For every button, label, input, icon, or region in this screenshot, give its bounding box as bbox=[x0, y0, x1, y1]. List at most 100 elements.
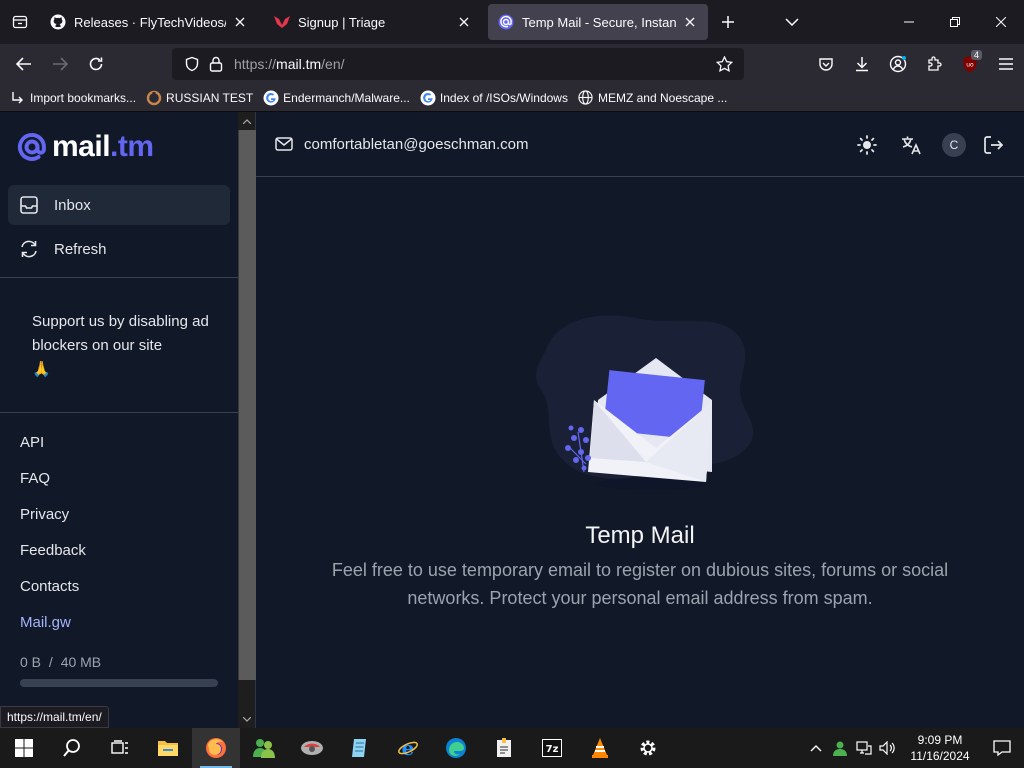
list-all-tabs-button[interactable] bbox=[772, 0, 812, 44]
bookmark-star-icon[interactable] bbox=[712, 56, 736, 72]
import-icon bbox=[10, 90, 26, 106]
link-mail-gw[interactable]: Mail.gw bbox=[20, 614, 71, 631]
scrollbar-thumb[interactable] bbox=[238, 130, 256, 680]
taskbar-clock[interactable]: 9:09 PM 11/16/2024 bbox=[900, 732, 980, 764]
extensions-button[interactable] bbox=[916, 44, 952, 84]
taskbar-app[interactable] bbox=[288, 728, 336, 768]
link-api[interactable]: API bbox=[20, 434, 44, 451]
at-sign-icon bbox=[17, 132, 46, 161]
back-button[interactable] bbox=[6, 44, 42, 84]
start-button[interactable] bbox=[0, 728, 48, 768]
taskbar-edge[interactable] bbox=[432, 728, 480, 768]
app-menu-button[interactable] bbox=[988, 44, 1024, 84]
extension-badge: 4 bbox=[970, 50, 982, 60]
restore-button[interactable] bbox=[932, 0, 978, 44]
ad-blocker-text: Support us by disabling ad blockers on o… bbox=[32, 313, 209, 354]
bookmark-item[interactable]: MEMZ and Noescape ... bbox=[578, 90, 727, 106]
link-faq[interactable]: FAQ bbox=[20, 470, 50, 487]
pocket-icon bbox=[819, 58, 833, 71]
settings-icon bbox=[640, 740, 656, 756]
close-tab-icon[interactable] bbox=[682, 14, 698, 30]
notification-center-button[interactable] bbox=[980, 728, 1024, 768]
user-icon bbox=[833, 741, 847, 756]
taskbar-notepad[interactable] bbox=[336, 728, 384, 768]
arrow-left-icon bbox=[16, 57, 31, 71]
email-address[interactable]: comfortabletan@goeschman.com bbox=[304, 136, 529, 153]
sun-icon bbox=[857, 135, 877, 155]
edge-icon bbox=[446, 738, 466, 758]
tray-volume-icon[interactable] bbox=[876, 728, 900, 768]
translate-icon bbox=[902, 136, 921, 155]
taskbar-app-installer[interactable] bbox=[480, 728, 528, 768]
reload-button[interactable] bbox=[78, 44, 114, 84]
url-bar[interactable]: https://mail.tm/en/ bbox=[172, 48, 744, 80]
close-tab-icon[interactable] bbox=[232, 14, 248, 30]
link-privacy[interactable]: Privacy bbox=[20, 506, 69, 523]
forward-button[interactable] bbox=[42, 44, 78, 84]
taskbar-vlc[interactable] bbox=[576, 728, 624, 768]
taskbar-internet-explorer[interactable]: e bbox=[384, 728, 432, 768]
minimize-button[interactable] bbox=[886, 0, 932, 44]
tab-github-releases[interactable]: Releases · FlyTechVideos/000exe bbox=[40, 4, 258, 40]
taskbar-file-explorer[interactable] bbox=[144, 728, 192, 768]
sidebar-item-inbox[interactable]: Inbox bbox=[8, 185, 230, 225]
tab-title: Signup | Triage bbox=[298, 14, 386, 30]
link-feedback[interactable]: Feedback bbox=[20, 542, 86, 559]
svg-text:7z: 7z bbox=[546, 744, 559, 755]
bookmark-item[interactable]: RUSSIAN TEST bbox=[146, 90, 253, 106]
system-tray: 9:09 PM 11/16/2024 bbox=[804, 728, 1024, 768]
link-contacts[interactable]: Contacts bbox=[20, 578, 79, 595]
close-tab-icon[interactable] bbox=[456, 14, 472, 30]
github-icon bbox=[50, 14, 66, 30]
download-icon bbox=[856, 57, 868, 72]
arrow-right-icon bbox=[53, 57, 68, 71]
tab-bar: Releases · FlyTechVideos/000exe Signup |… bbox=[0, 0, 1024, 44]
bookmark-item[interactable]: Endermanch/Malware... bbox=[263, 90, 410, 106]
sidebar-item-label: Refresh bbox=[54, 240, 107, 258]
tray-user-icon[interactable] bbox=[828, 728, 852, 768]
sidebar-item-refresh[interactable]: Refresh bbox=[8, 229, 230, 269]
sidebar: mail.tm Inbox Refresh Support us by disa… bbox=[0, 112, 238, 728]
logo-text: mail.tm bbox=[52, 130, 154, 163]
file-explorer-icon bbox=[158, 741, 178, 756]
account-button[interactable] bbox=[880, 44, 916, 84]
task-view-button[interactable] bbox=[96, 728, 144, 768]
mailtm-logo[interactable]: mail.tm bbox=[16, 130, 154, 164]
google-icon bbox=[263, 90, 279, 106]
taskbar-7zip[interactable]: 7z bbox=[528, 728, 576, 768]
language-button[interactable] bbox=[894, 128, 928, 162]
internet-explorer-icon: e bbox=[398, 737, 418, 759]
empty-inbox-illustration bbox=[536, 315, 754, 490]
chevron-down-icon bbox=[785, 18, 799, 26]
downloads-button[interactable] bbox=[844, 44, 880, 84]
taskbar-search-button[interactable] bbox=[48, 728, 96, 768]
tab-overview-button[interactable] bbox=[0, 0, 40, 44]
ublock-origin-button[interactable]: uo 4 bbox=[952, 44, 988, 84]
scroll-down-icon[interactable] bbox=[238, 712, 256, 726]
taskbar-settings[interactable] bbox=[624, 728, 672, 768]
tray-overflow-button[interactable] bbox=[804, 728, 828, 768]
theme-toggle-button[interactable] bbox=[850, 128, 884, 162]
logout-button[interactable] bbox=[976, 128, 1010, 162]
avatar[interactable]: C bbox=[942, 133, 966, 157]
taskbar-firefox[interactable] bbox=[192, 728, 240, 768]
tab-title: Temp Mail - Secure, Instant, Fast bbox=[522, 14, 676, 30]
scroll-up-icon[interactable] bbox=[238, 114, 256, 128]
tab-triage-signup[interactable]: Signup | Triage bbox=[264, 4, 482, 40]
account-icon bbox=[889, 55, 907, 73]
bookmark-item[interactable]: Index of /ISOs/Windows bbox=[420, 90, 568, 106]
lock-icon[interactable] bbox=[204, 56, 228, 72]
sidebar-scrollbar[interactable] bbox=[238, 112, 256, 728]
pocket-button[interactable] bbox=[808, 44, 844, 84]
url-text: https://mail.tm/en/ bbox=[234, 56, 345, 72]
taskbar-messenger[interactable] bbox=[240, 728, 288, 768]
close-window-button[interactable] bbox=[978, 0, 1024, 44]
bookmark-label: Import bookmarks... bbox=[30, 90, 137, 105]
mailbox-header: comfortabletan@goeschman.com C bbox=[256, 112, 1024, 177]
firefox-icon bbox=[206, 738, 226, 758]
shield-icon[interactable] bbox=[180, 56, 204, 72]
new-tab-button[interactable] bbox=[708, 0, 748, 44]
tab-temp-mail[interactable]: Temp Mail - Secure, Instant, Fast bbox=[488, 4, 708, 40]
bookmark-item[interactable]: Import bookmarks... bbox=[10, 90, 136, 106]
tray-network-icon[interactable] bbox=[852, 728, 876, 768]
